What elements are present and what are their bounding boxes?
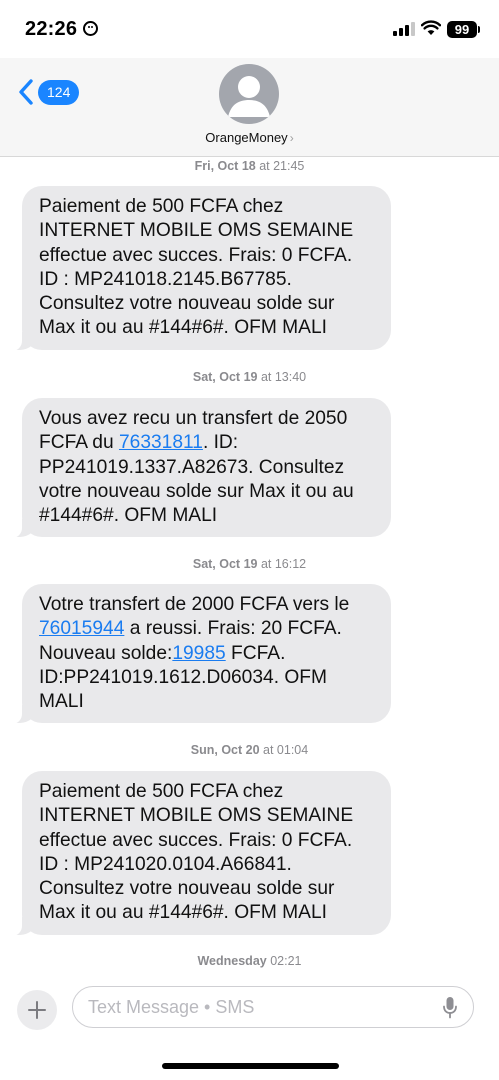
timestamp-day: Fri, Oct 18 — [194, 159, 256, 173]
smiley-icon — [83, 21, 98, 36]
battery-icon: 99 — [447, 21, 477, 38]
contact-name[interactable]: OrangeMoney › — [0, 130, 499, 145]
conversation-header: 124 OrangeMoney › — [0, 58, 499, 157]
message-bubble[interactable]: Paiement de 500 FCFA chez INTERNET MOBIL… — [12, 771, 391, 936]
phone-number-link[interactable]: 76331811 — [119, 432, 203, 453]
status-time: 22:26 — [25, 18, 78, 40]
message-bubble[interactable]: Vous avez recu un transfert de 2050 FCFA… — [12, 398, 391, 539]
timestamp-time: at 13:40 — [257, 370, 307, 384]
home-indicator[interactable] — [162, 1063, 339, 1069]
timestamp-time: at 21:45 — [255, 159, 305, 173]
timestamp-day: Sat, Oct 19 — [192, 370, 258, 384]
message-text: Vous avez recu un transfert de 2050 FCFA… — [39, 407, 376, 528]
cellular-signal-icon — [393, 22, 415, 36]
message-text-segment: Paiement de 500 FCFA chez INTERNET MOBIL… — [39, 196, 354, 339]
microphone-icon[interactable] — [442, 996, 458, 1020]
contact-avatar[interactable] — [219, 64, 279, 124]
chevron-left-icon — [19, 79, 33, 105]
message-timestamp: Sat, Oct 19 at 16:12 — [0, 557, 499, 571]
timestamp-time: at 16:12 — [257, 557, 307, 571]
message-text-field[interactable] — [72, 986, 474, 1028]
timestamp-day: Sat, Oct 19 — [192, 557, 258, 571]
message-bubble[interactable]: Paiement de 500 FCFA chez INTERNET MOBIL… — [12, 186, 391, 351]
chevron-right-icon: › — [289, 131, 294, 145]
message-timestamp: Wednesday 02:21 — [0, 954, 499, 968]
battery-tip — [478, 26, 480, 33]
timestamp-time: at 01:04 — [259, 743, 309, 757]
message-text: Votre transfert de 2000 FCFA vers le 760… — [39, 593, 376, 714]
person-icon — [228, 76, 270, 117]
contact-name-label: OrangeMoney — [205, 130, 288, 145]
timestamp-day: Sun, Oct 20 — [190, 743, 260, 757]
back-button[interactable]: 124 — [16, 78, 80, 106]
phone-number-link[interactable]: 76015944 — [39, 618, 124, 639]
message-text-segment: Votre transfert de 2000 FCFA vers le — [39, 594, 350, 615]
status-bar: 22:26 99 — [0, 0, 499, 58]
balance-number-link[interactable]: 19985 — [172, 643, 225, 664]
message-timestamp: Sat, Oct 19 at 13:40 — [0, 370, 499, 384]
plus-icon[interactable] — [17, 990, 57, 1030]
message-input[interactable] — [88, 987, 418, 1027]
timestamp-time: 02:21 — [266, 954, 302, 968]
message-text: Paiement de 500 FCFA chez INTERNET MOBIL… — [39, 195, 376, 341]
message-timestamp: Fri, Oct 18 at 21:45 — [0, 159, 499, 173]
message-bubble[interactable]: Votre transfert de 2000 FCFA vers le 760… — [12, 584, 391, 725]
message-timestamp: Sun, Oct 20 at 01:04 — [0, 743, 499, 757]
wifi-icon — [421, 20, 441, 35]
timestamp-day: Wednesday — [197, 954, 267, 968]
unread-count-badge: 124 — [38, 79, 80, 105]
message-text-segment: Paiement de 500 FCFA chez INTERNET MOBIL… — [39, 781, 354, 924]
message-text: Paiement de 500 FCFA chez INTERNET MOBIL… — [39, 780, 376, 926]
